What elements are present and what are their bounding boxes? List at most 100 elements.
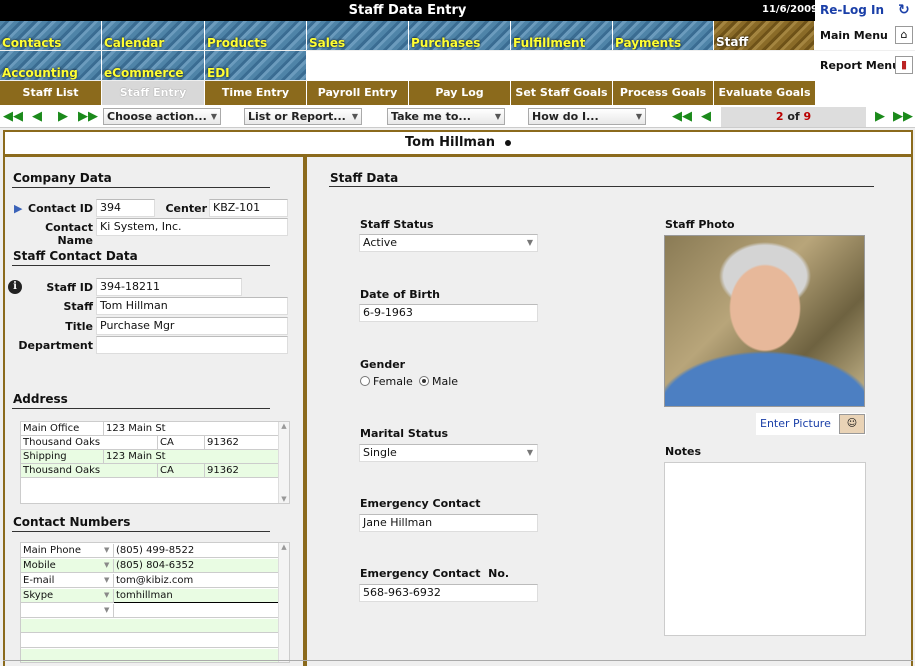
- contact-id-field[interactable]: 394: [96, 199, 155, 217]
- last-record-icon[interactable]: ▶▶: [893, 108, 913, 125]
- table-row: [21, 634, 279, 648]
- module-calendar[interactable]: Calendar: [102, 21, 205, 50]
- record-header: Tom Hillman: [3, 130, 913, 156]
- status-dot-icon: [504, 139, 511, 146]
- table-row[interactable]: Mobile ▼ (805) 804-6352: [21, 559, 279, 573]
- module-payments[interactable]: Payments: [613, 21, 714, 50]
- staff-contact-heading: Staff Contact Data: [13, 249, 138, 263]
- contact-numbers-heading: Contact Numbers: [13, 515, 131, 529]
- first-record-icon[interactable]: ◀◀: [3, 108, 23, 125]
- previous-record-icon[interactable]: ◀: [27, 108, 47, 125]
- list-report-dropdown[interactable]: List or Report... ▼: [244, 108, 362, 125]
- gender-label: Gender: [360, 358, 406, 371]
- dropdown-arrow-icon: ▼: [104, 606, 110, 614]
- enter-picture-button[interactable]: Enter Picture ☺: [756, 413, 866, 435]
- tab-time-entry[interactable]: Time Entry: [205, 81, 307, 105]
- sub-tab-bar: Staff List Staff Entry Time Entry Payrol…: [0, 81, 915, 105]
- relog-label: Re-Log In: [820, 3, 885, 17]
- table-row[interactable]: Skype ▼ tomhillman: [21, 589, 279, 603]
- chart-icon: ▮: [895, 56, 913, 74]
- center-field[interactable]: KBZ-101: [209, 199, 288, 217]
- main-menu-link[interactable]: Main Menu ⌂: [815, 21, 915, 50]
- dropdown-arrow-icon: ▼: [104, 561, 110, 569]
- table-row[interactable]: ▼: [21, 604, 279, 618]
- home-icon: ⌂: [895, 26, 913, 44]
- department-label: Department: [18, 339, 93, 352]
- scrollbar[interactable]: ▲ ▼: [278, 422, 289, 503]
- dropdown-arrow-icon: ▼: [104, 591, 110, 599]
- last-record-icon[interactable]: ▶▶: [78, 108, 98, 125]
- title-field[interactable]: Purchase Mgr: [96, 317, 288, 335]
- module-sales[interactable]: Sales: [307, 21, 409, 50]
- module-edi[interactable]: EDI: [205, 51, 307, 80]
- table-row[interactable]: Thousand Oaks CA 91362: [21, 436, 279, 450]
- marital-status-select[interactable]: Single ▼: [359, 444, 538, 462]
- take-me-dropdown[interactable]: Take me to... ▼: [387, 108, 505, 125]
- staff-id-field[interactable]: 394-18211: [96, 278, 242, 296]
- notes-field[interactable]: [664, 462, 866, 636]
- gender-female-radio[interactable]: Female: [360, 375, 413, 388]
- tab-pay-log[interactable]: Pay Log: [409, 81, 511, 105]
- next-record-icon[interactable]: ▶: [870, 108, 890, 125]
- address-heading: Address: [13, 392, 68, 406]
- emergency-contact-field[interactable]: Jane Hillman: [359, 514, 538, 532]
- dob-field[interactable]: 6-9-1963: [359, 304, 538, 322]
- how-do-i-dropdown[interactable]: How do I... ▼: [528, 108, 646, 125]
- department-field[interactable]: [96, 336, 288, 354]
- next-record-icon[interactable]: ▶: [53, 108, 73, 125]
- refresh-icon: ↻: [898, 2, 910, 18]
- first-record-icon[interactable]: ◀◀: [672, 108, 692, 125]
- record-counter: 2 of 9: [721, 107, 866, 127]
- table-row[interactable]: Shipping 123 Main St: [21, 450, 279, 464]
- module-accounting[interactable]: Accounting: [0, 51, 102, 80]
- table-row[interactable]: Main Phone ▼ (805) 499-8522: [21, 544, 279, 558]
- scroll-up-icon[interactable]: ▲: [279, 543, 289, 551]
- panel-divider: [303, 157, 307, 666]
- module-purchases[interactable]: Purchases: [409, 21, 511, 50]
- dropdown-arrow-icon: ▼: [104, 576, 110, 584]
- report-menu-link[interactable]: Report Menu ▮: [815, 51, 915, 81]
- tab-payroll-entry[interactable]: Payroll Entry: [307, 81, 409, 105]
- tab-staff-list[interactable]: Staff List: [0, 81, 102, 105]
- radio-off-icon: [360, 376, 370, 386]
- table-row[interactable]: E-mail ▼ tom@kibiz.com: [21, 574, 279, 588]
- relog-button[interactable]: Re-Log In ↻: [815, 0, 915, 21]
- staff-id-label: Staff ID: [46, 281, 93, 294]
- dropdown-arrow-icon: ▼: [210, 112, 217, 121]
- module-products[interactable]: Products: [205, 21, 307, 50]
- tab-set-staff-goals[interactable]: Set Staff Goals: [511, 81, 613, 105]
- scroll-down-icon[interactable]: ▼: [279, 495, 289, 503]
- staff-data-heading: Staff Data: [330, 171, 399, 185]
- staff-label: Staff: [63, 300, 93, 313]
- tab-staff-entry[interactable]: Staff Entry: [102, 81, 205, 105]
- choose-action-dropdown[interactable]: Choose action... ▼: [103, 108, 221, 125]
- staff-field[interactable]: Tom Hillman: [96, 297, 288, 315]
- divider: [12, 265, 270, 266]
- emergency-contact-label: Emergency Contact: [360, 497, 481, 510]
- staff-photo[interactable]: [664, 235, 865, 407]
- emergency-number-label: Emergency Contact No.: [360, 567, 510, 580]
- table-row[interactable]: Main Office 123 Main St: [21, 422, 279, 436]
- tab-evaluate-goals[interactable]: Evaluate Goals: [714, 81, 816, 105]
- table-row[interactable]: Thousand Oaks CA 91362: [21, 464, 279, 478]
- dropdown-arrow-icon: ▼: [351, 112, 358, 121]
- center-label: Center: [165, 202, 207, 215]
- scrollbar[interactable]: ▲: [278, 543, 289, 662]
- emergency-number-field[interactable]: 568-963-6932: [359, 584, 538, 602]
- contact-name-field[interactable]: Ki System, Inc.: [96, 218, 288, 236]
- module-staff[interactable]: Staff: [714, 21, 815, 50]
- staff-status-select[interactable]: Active ▼: [359, 234, 538, 252]
- gender-male-radio[interactable]: Male: [419, 375, 458, 388]
- address-portal: Main Office 123 Main St Thousand Oaks CA…: [20, 421, 290, 504]
- scroll-up-icon[interactable]: ▲: [279, 422, 289, 430]
- module-fulfillment[interactable]: Fulfillment: [511, 21, 613, 50]
- previous-record-icon[interactable]: ◀: [696, 108, 716, 125]
- tab-process-goals[interactable]: Process Goals: [613, 81, 714, 105]
- table-row: [21, 619, 279, 633]
- navigation-bar: ◀◀ ◀ ▶ ▶▶ Choose action... ▼ List or Repo…: [0, 105, 915, 128]
- dropdown-arrow-icon: ▼: [635, 112, 642, 121]
- module-contacts[interactable]: Contacts: [0, 21, 102, 50]
- staff-photo-label: Staff Photo: [665, 218, 735, 231]
- module-ecommerce[interactable]: eCommerce: [102, 51, 205, 80]
- marital-status-label: Marital Status: [360, 427, 449, 440]
